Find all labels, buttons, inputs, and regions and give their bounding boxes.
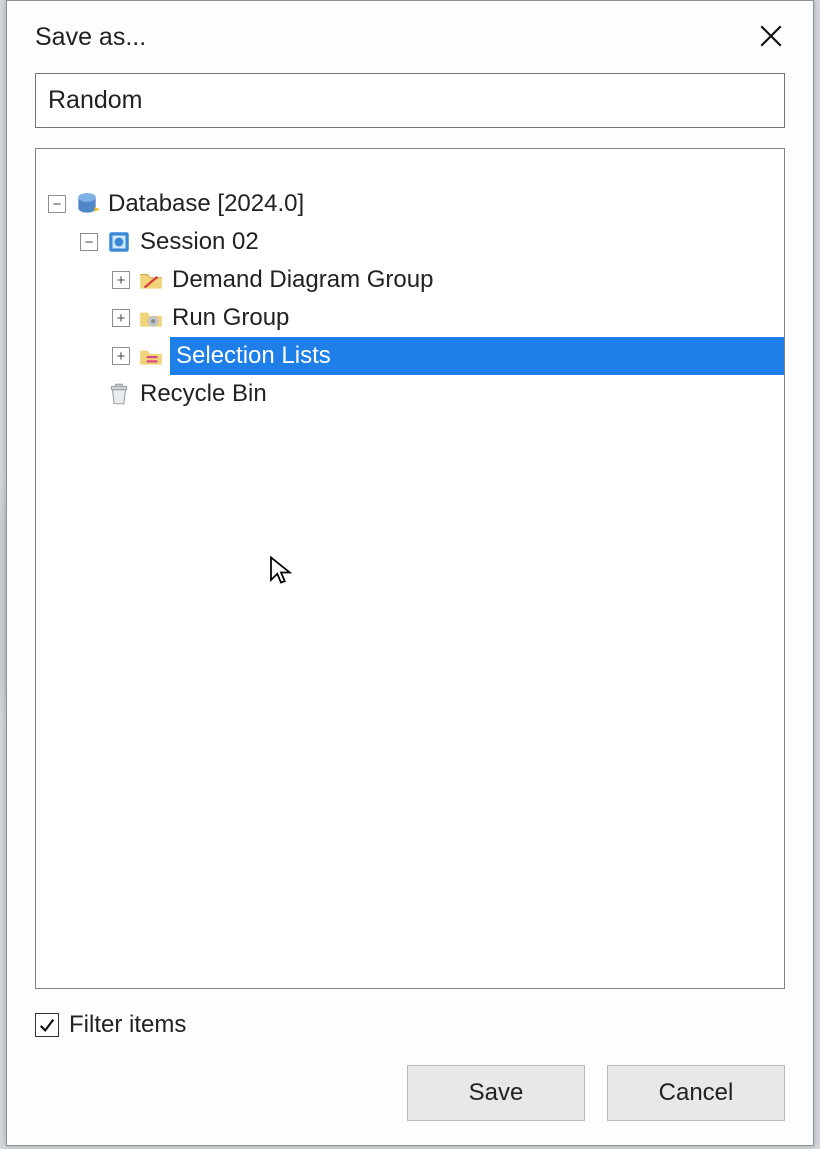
filter-items-checkbox[interactable]: Filter items <box>35 1011 785 1039</box>
tree-item-label: Selection Lists <box>170 337 784 375</box>
tree-item-selection-lists[interactable]: + Selection Lists <box>36 337 784 375</box>
database-icon <box>74 191 100 217</box>
expand-toggle[interactable]: + <box>112 347 130 365</box>
expand-placeholder <box>80 385 98 403</box>
expand-toggle[interactable]: − <box>48 195 66 213</box>
folder-diagram-icon <box>138 267 164 293</box>
save-button[interactable]: Save <box>407 1065 585 1121</box>
folder-gear-icon <box>138 305 164 331</box>
tree-pane[interactable]: − Database [2024.0] − <box>35 148 785 989</box>
cancel-button[interactable]: Cancel <box>607 1065 785 1121</box>
filter-items-label: Filter items <box>69 1011 186 1039</box>
dialog-body: − Database [2024.0] − <box>7 73 813 1145</box>
button-row: Save Cancel <box>35 1065 785 1121</box>
tree-item-database[interactable]: − Database [2024.0] <box>36 185 784 223</box>
tree-item-label: Database [2024.0] <box>106 190 304 218</box>
close-button[interactable] <box>747 13 795 61</box>
expand-toggle[interactable]: − <box>80 233 98 251</box>
tree-item-label: Recycle Bin <box>138 380 267 408</box>
save-as-dialog: Save as... − <box>6 0 814 1146</box>
titlebar: Save as... <box>7 1 813 73</box>
tree-item-run-group[interactable]: + Run Group <box>36 299 784 337</box>
tree-item-demand-diagram-group[interactable]: + Demand Diagram Group <box>36 261 784 299</box>
mouse-cursor-icon <box>268 555 294 590</box>
tree-item-session[interactable]: − Session 02 <box>36 223 784 261</box>
close-icon <box>758 23 784 52</box>
dialog-title: Save as... <box>35 23 146 52</box>
expand-toggle[interactable]: + <box>112 271 130 289</box>
tree-item-label: Run Group <box>170 304 289 332</box>
save-name-input[interactable] <box>35 73 785 128</box>
tree-item-label: Demand Diagram Group <box>170 266 433 294</box>
tree-item-recycle-bin[interactable]: Recycle Bin <box>36 375 784 413</box>
recycle-bin-icon <box>106 381 132 407</box>
checkbox-icon <box>35 1013 59 1037</box>
session-icon <box>106 229 132 255</box>
folder-list-icon <box>138 343 164 369</box>
tree-item-label: Session 02 <box>138 228 259 256</box>
expand-toggle[interactable]: + <box>112 309 130 327</box>
